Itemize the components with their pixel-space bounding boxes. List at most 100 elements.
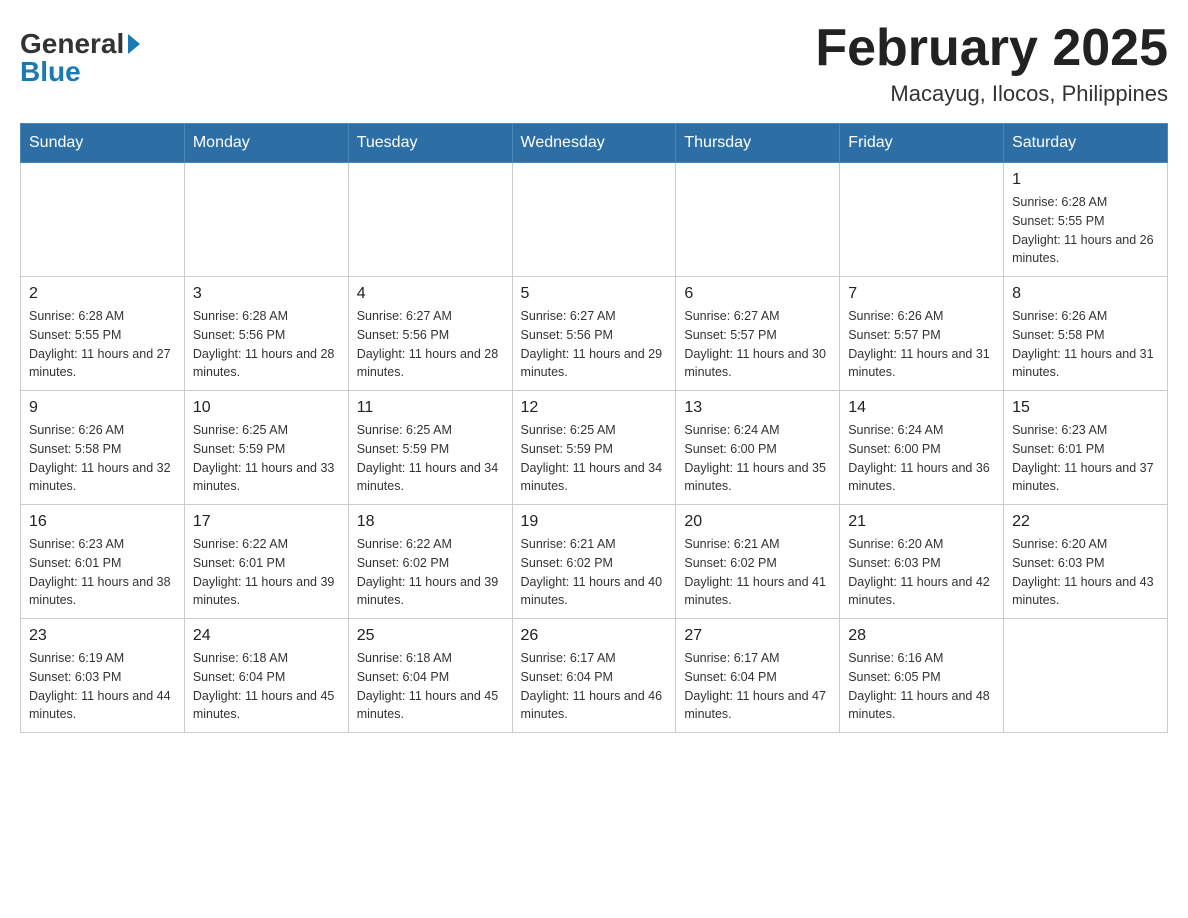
day-info: Sunrise: 6:19 AMSunset: 6:03 PMDaylight:… xyxy=(29,649,176,724)
day-info: Sunrise: 6:22 AMSunset: 6:01 PMDaylight:… xyxy=(193,535,340,610)
calendar-cell-w4-d3: 18 Sunrise: 6:22 AMSunset: 6:02 PMDayligh… xyxy=(348,505,512,619)
calendar-cell-w5-d6: 28Sunrise: 6:16 AMSunset: 6:05 PMDayligh… xyxy=(840,619,1004,733)
day-info: Sunrise: 6:25 AMSunset: 5:59 PMDaylight:… xyxy=(357,421,504,496)
calendar-body: 1 Sunrise: 6:28 AMSunset: 5:55 PMDaylight… xyxy=(21,163,1168,733)
calendar-cell-w5-d1: 23 Sunrise: 6:19 AMSunset: 6:03 PMDayligh… xyxy=(21,619,185,733)
calendar-cell-w3-d3: 11 Sunrise: 6:25 AMSunset: 5:59 PMDayligh… xyxy=(348,391,512,505)
header-friday: Friday xyxy=(840,124,1004,163)
day-number: 10 xyxy=(193,399,340,417)
day-info: Sunrise: 6:17 AMSunset: 6:04 PMDaylight:… xyxy=(521,649,668,724)
calendar-cell-w4-d5: 20Sunrise: 6:21 AMSunset: 6:02 PMDayligh… xyxy=(676,505,840,619)
day-number: 25 xyxy=(357,627,504,645)
day-info: Sunrise: 6:20 AMSunset: 6:03 PMDaylight:… xyxy=(848,535,995,610)
calendar-cell-w3-d2: 10 Sunrise: 6:25 AMSunset: 5:59 PMDayligh… xyxy=(184,391,348,505)
day-info: Sunrise: 6:26 AMSunset: 5:57 PMDaylight:… xyxy=(848,307,995,382)
calendar-table: Sunday Monday Tuesday Wednesday Thursday… xyxy=(20,123,1168,733)
header-wednesday: Wednesday xyxy=(512,124,676,163)
calendar-cell-w3-d1: 9 Sunrise: 6:26 AMSunset: 5:58 PMDaylight… xyxy=(21,391,185,505)
calendar-cell-w2-d2: 3 Sunrise: 6:28 AMSunset: 5:56 PMDaylight… xyxy=(184,277,348,391)
header-monday: Monday xyxy=(184,124,348,163)
day-number: 23 xyxy=(29,627,176,645)
week-row-4: 16Sunrise: 6:23 AMSunset: 6:01 PMDayligh… xyxy=(21,505,1168,619)
day-number: 17 xyxy=(193,513,340,531)
calendar-cell-w5-d3: 25 Sunrise: 6:18 AMSunset: 6:04 PMDayligh… xyxy=(348,619,512,733)
day-info: Sunrise: 6:24 AMSunset: 6:00 PMDaylight:… xyxy=(848,421,995,496)
page-header: General Blue February 2025 Macayug, Iloc… xyxy=(20,20,1168,107)
day-number: 1 xyxy=(1012,171,1159,189)
week-row-3: 9 Sunrise: 6:26 AMSunset: 5:58 PMDaylight… xyxy=(21,391,1168,505)
calendar-cell-w1-d4 xyxy=(512,163,676,277)
calendar-cell-w3-d6: 14Sunrise: 6:24 AMSunset: 6:00 PMDayligh… xyxy=(840,391,1004,505)
calendar-cell-w2-d7: 8 Sunrise: 6:26 AMSunset: 5:58 PMDaylight… xyxy=(1004,277,1168,391)
calendar-cell-w2-d1: 2 Sunrise: 6:28 AMSunset: 5:55 PMDaylight… xyxy=(21,277,185,391)
calendar-cell-w1-d1 xyxy=(21,163,185,277)
day-number: 16 xyxy=(29,513,176,531)
day-info: Sunrise: 6:25 AMSunset: 5:59 PMDaylight:… xyxy=(521,421,668,496)
day-number: 2 xyxy=(29,285,176,303)
calendar-cell-w5-d7 xyxy=(1004,619,1168,733)
calendar-cell-w4-d6: 21 Sunrise: 6:20 AMSunset: 6:03 PMDayligh… xyxy=(840,505,1004,619)
header-row: Sunday Monday Tuesday Wednesday Thursday… xyxy=(21,124,1168,163)
day-info: Sunrise: 6:27 AMSunset: 5:57 PMDaylight:… xyxy=(684,307,831,382)
calendar-cell-w4-d2: 17 Sunrise: 6:22 AMSunset: 6:01 PMDayligh… xyxy=(184,505,348,619)
day-info: Sunrise: 6:27 AMSunset: 5:56 PMDaylight:… xyxy=(521,307,668,382)
header-tuesday: Tuesday xyxy=(348,124,512,163)
calendar-cell-w2-d4: 5 Sunrise: 6:27 AMSunset: 5:56 PMDaylight… xyxy=(512,277,676,391)
day-number: 22 xyxy=(1012,513,1159,531)
title-section: February 2025 Macayug, Ilocos, Philippin… xyxy=(815,20,1168,107)
day-number: 6 xyxy=(684,285,831,303)
day-info: Sunrise: 6:17 AMSunset: 6:04 PMDaylight:… xyxy=(684,649,831,724)
calendar-cell-w1-d6 xyxy=(840,163,1004,277)
calendar-cell-w2-d6: 7 Sunrise: 6:26 AMSunset: 5:57 PMDaylight… xyxy=(840,277,1004,391)
week-row-1: 1Sunrise: 6:28 AMSunset: 5:55 PMDaylight… xyxy=(21,163,1168,277)
day-info: Sunrise: 6:27 AMSunset: 5:56 PMDaylight:… xyxy=(357,307,504,382)
day-info: Sunrise: 6:22 AMSunset: 6:02 PMDaylight:… xyxy=(357,535,504,610)
calendar-cell-w3-d5: 13Sunrise: 6:24 AMSunset: 6:00 PMDayligh… xyxy=(676,391,840,505)
day-info: Sunrise: 6:18 AMSunset: 6:04 PMDaylight:… xyxy=(357,649,504,724)
day-info: Sunrise: 6:25 AMSunset: 5:59 PMDaylight:… xyxy=(193,421,340,496)
calendar-cell-w2-d5: 6 Sunrise: 6:27 AMSunset: 5:57 PMDaylight… xyxy=(676,277,840,391)
day-number: 3 xyxy=(193,285,340,303)
day-number: 11 xyxy=(357,399,504,417)
day-number: 26 xyxy=(521,627,668,645)
day-number: 15 xyxy=(1012,399,1159,417)
calendar-cell-w3-d4: 12Sunrise: 6:25 AMSunset: 5:59 PMDayligh… xyxy=(512,391,676,505)
calendar-cell-w1-d7: 1Sunrise: 6:28 AMSunset: 5:55 PMDaylight… xyxy=(1004,163,1168,277)
week-row-5: 23 Sunrise: 6:19 AMSunset: 6:03 PMDayligh… xyxy=(21,619,1168,733)
day-number: 4 xyxy=(357,285,504,303)
calendar-cell-w5-d2: 24Sunrise: 6:18 AMSunset: 6:04 PMDayligh… xyxy=(184,619,348,733)
day-info: Sunrise: 6:20 AMSunset: 6:03 PMDaylight:… xyxy=(1012,535,1159,610)
day-number: 20 xyxy=(684,513,831,531)
day-info: Sunrise: 6:16 AMSunset: 6:05 PMDaylight:… xyxy=(848,649,995,724)
day-info: Sunrise: 6:21 AMSunset: 6:02 PMDaylight:… xyxy=(521,535,668,610)
day-number: 9 xyxy=(29,399,176,417)
day-number: 5 xyxy=(521,285,668,303)
location-title: Macayug, Ilocos, Philippines xyxy=(815,81,1168,107)
calendar-cell-w1-d2 xyxy=(184,163,348,277)
day-info: Sunrise: 6:26 AMSunset: 5:58 PMDaylight:… xyxy=(1012,307,1159,382)
header-sunday: Sunday xyxy=(21,124,185,163)
day-number: 21 xyxy=(848,513,995,531)
week-row-2: 2 Sunrise: 6:28 AMSunset: 5:55 PMDaylight… xyxy=(21,277,1168,391)
calendar-cell-w3-d7: 15 Sunrise: 6:23 AMSunset: 6:01 PMDayligh… xyxy=(1004,391,1168,505)
calendar-cell-w1-d5 xyxy=(676,163,840,277)
day-info: Sunrise: 6:26 AMSunset: 5:58 PMDaylight:… xyxy=(29,421,176,496)
day-number: 8 xyxy=(1012,285,1159,303)
header-saturday: Saturday xyxy=(1004,124,1168,163)
day-number: 13 xyxy=(684,399,831,417)
logo-arrow-icon xyxy=(128,34,140,54)
calendar-cell-w1-d3 xyxy=(348,163,512,277)
day-number: 7 xyxy=(848,285,995,303)
calendar-header: Sunday Monday Tuesday Wednesday Thursday… xyxy=(21,124,1168,163)
calendar-cell-w4-d1: 16Sunrise: 6:23 AMSunset: 6:01 PMDayligh… xyxy=(21,505,185,619)
day-info: Sunrise: 6:28 AMSunset: 5:56 PMDaylight:… xyxy=(193,307,340,382)
day-info: Sunrise: 6:28 AMSunset: 5:55 PMDaylight:… xyxy=(29,307,176,382)
calendar-cell-w5-d5: 27Sunrise: 6:17 AMSunset: 6:04 PMDayligh… xyxy=(676,619,840,733)
calendar-cell-w4-d4: 19 Sunrise: 6:21 AMSunset: 6:02 PMDayligh… xyxy=(512,505,676,619)
header-thursday: Thursday xyxy=(676,124,840,163)
logo-blue-text: Blue xyxy=(20,56,81,88)
day-number: 18 xyxy=(357,513,504,531)
day-info: Sunrise: 6:23 AMSunset: 6:01 PMDaylight:… xyxy=(1012,421,1159,496)
day-info: Sunrise: 6:18 AMSunset: 6:04 PMDaylight:… xyxy=(193,649,340,724)
day-number: 19 xyxy=(521,513,668,531)
